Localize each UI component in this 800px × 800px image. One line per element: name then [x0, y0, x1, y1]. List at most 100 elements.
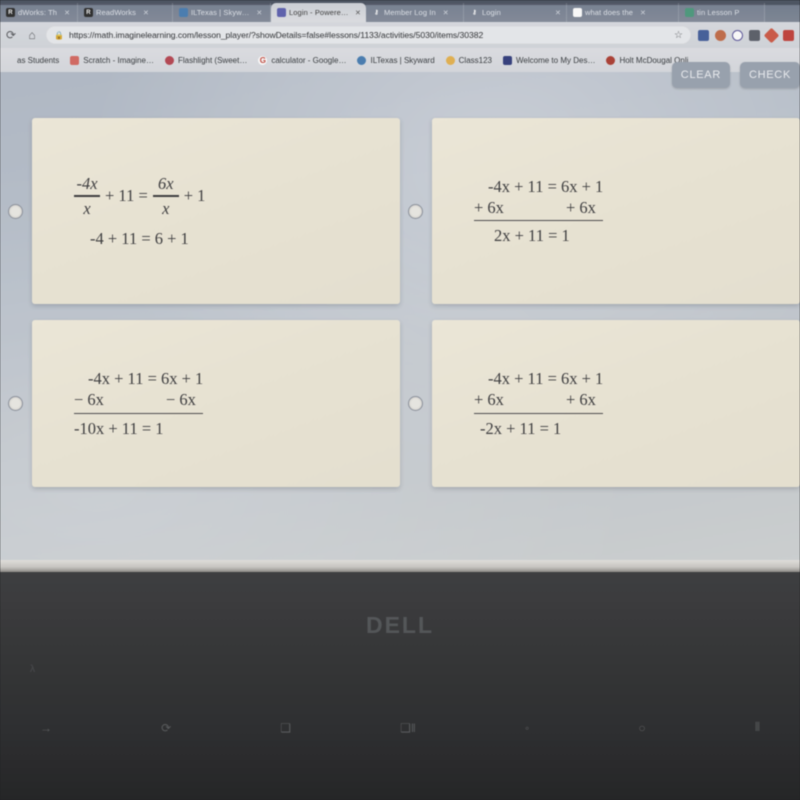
answer-option-b[interactable]: -4x + 11 = 6x + 1 + 6x + 6x 2x + 11 = 1 — [400, 118, 800, 304]
answer-option-d[interactable]: -4x + 11 = 6x + 1 + 6x + 6x -2x + 11 = 1 — [400, 320, 800, 487]
member-icon: ⚷ — [374, 9, 379, 16]
flashlight-icon — [164, 55, 174, 65]
extension-circle-icon[interactable] — [732, 29, 743, 41]
bookmark-label: Flashlight (Sweet… — [177, 55, 248, 65]
math-line-1: -4x x + 11 = 6x x + 1 — [74, 173, 205, 219]
fraction-numerator: -4x — [76, 174, 98, 194]
extension-grid-icon[interactable] — [749, 29, 760, 41]
browser-tab-login[interactable]: ⚷ Login ✕ — [464, 3, 567, 22]
bookmark-label: as Students — [17, 55, 60, 65]
home-icon[interactable]: ⌂ — [25, 29, 39, 41]
bookmark-as-students[interactable]: as Students — [4, 56, 59, 65]
google-icon: G — [573, 8, 582, 17]
lesson-player-page: CLEAR CHECK -4x x + 11 = 6x x + 1 -4 + 1… — [0, 62, 800, 560]
close-icon[interactable]: ✕ — [143, 9, 149, 17]
lock-icon: 🔒 — [54, 30, 64, 40]
address-bar[interactable]: 🔒 https://math.imaginelearning.com/lesso… — [46, 26, 691, 44]
answer-card-d[interactable]: -4x + 11 = 6x + 1 + 6x + 6x -2x + 11 = 1 — [432, 320, 800, 487]
extension-blue-icon[interactable] — [698, 29, 709, 41]
close-icon[interactable]: ✕ — [256, 9, 262, 17]
radio-button-a[interactable] — [8, 203, 23, 219]
lesson-icon — [685, 8, 694, 17]
reload-icon[interactable]: ⟳ — [4, 29, 18, 41]
math-line-2: + 6x + 6x — [474, 389, 604, 414]
tab-label: dWorks: Th — [18, 8, 58, 17]
close-icon[interactable]: ✕ — [443, 9, 449, 17]
math-line-2: + 6x + 6x — [474, 197, 604, 222]
key-hint-glyph: λ — [30, 664, 35, 675]
close-icon[interactable]: ✕ — [64, 9, 70, 17]
close-icon[interactable]: ✕ — [555, 9, 561, 17]
answer-option-a[interactable]: -4x x + 11 = 6x x + 1 -4 + 11 = 6 + 1 — [0, 118, 400, 304]
extension-toolbar — [698, 27, 796, 43]
holt-icon — [606, 55, 616, 65]
tab-label: ReadWorks — [96, 8, 136, 17]
extension-red-icon[interactable] — [783, 29, 794, 41]
arrow-right-icon: → — [40, 720, 52, 735]
check-button[interactable]: CHECK — [739, 62, 800, 88]
class123-icon — [445, 55, 455, 65]
radio-button-d[interactable] — [408, 396, 423, 411]
navigation-bar: ⟳ ⌂ 🔒 https://math.imaginelearning.com/l… — [0, 22, 800, 48]
radio-button-c[interactable] — [8, 396, 23, 411]
bookmark-label: ILTexas | Skyward — [370, 55, 435, 65]
welcome-icon — [503, 55, 513, 65]
answer-option-grid: -4x x + 11 = 6x x + 1 -4 + 11 = 6 + 1 -4… — [0, 118, 800, 503]
answer-card-b[interactable]: -4x + 11 = 6x + 1 + 6x + 6x 2x + 11 = 1 — [432, 118, 800, 304]
math-line-3: -2x + 11 = 1 — [480, 418, 562, 438]
tab-label: ILTexas | Skyw… — [191, 8, 250, 17]
browser-tab-what-does-the[interactable]: G what does the ✕ — [567, 3, 679, 22]
math-line-3: -10x + 11 = 1 — [74, 418, 164, 438]
browser-tab-readworks[interactable]: R ReadWorks ✕ — [78, 3, 173, 22]
option-row-1: -4x x + 11 = 6x x + 1 -4 + 11 = 6 + 1 -4… — [0, 118, 800, 320]
browser-tab-login-powered[interactable]: Login - Powere… ✕ — [271, 3, 366, 22]
bookmark-welcome-to-my-desk[interactable]: Welcome to My Des… — [503, 55, 595, 65]
readworks-icon: R — [6, 8, 15, 17]
bookmark-label: Scratch - Imagine… — [83, 55, 154, 65]
bookmark-icon — [4, 56, 13, 65]
tab-label: Member Log In — [384, 8, 436, 17]
bookmark-class123[interactable]: Class123 — [445, 55, 493, 65]
math-expression-c: -4x + 11 = 6x + 1 − 6x − 6x -10x + 11 = … — [74, 368, 204, 438]
action-button-bar: CLEAR CHECK — [671, 62, 800, 88]
close-icon[interactable]: ✕ — [355, 9, 361, 17]
extension-diamond-icon[interactable] — [763, 27, 780, 43]
math-line-2-right: + 6x — [566, 197, 596, 217]
scratch-icon — [70, 55, 80, 65]
math-line-2-right: + 6x — [566, 390, 596, 410]
browser-tab-member-log-in[interactable]: ⚷ Member Log In ✕ — [366, 3, 464, 22]
extension-orange-icon[interactable] — [715, 29, 726, 41]
login-icon: ⚷ — [472, 9, 477, 16]
bookmark-scratch[interactable]: Scratch - Imagine… — [70, 55, 154, 65]
laptop-screen-bezel — [0, 560, 800, 572]
fraction-numerator: 6x — [157, 174, 174, 194]
radio-button-b[interactable] — [408, 203, 423, 219]
bookmark-flashlight[interactable]: Flashlight (Sweet… — [164, 55, 248, 65]
star-icon[interactable]: ☆ — [674, 30, 683, 41]
close-icon[interactable]: ✕ — [640, 9, 646, 17]
tab-label: Login — [482, 8, 501, 17]
bookmark-label: Class123 — [458, 55, 493, 65]
browser-tab-lesson-player[interactable]: tin Lesson P — [679, 3, 765, 22]
pearson-icon — [277, 8, 286, 17]
math-line-2: − 6x − 6x — [74, 389, 204, 414]
iltexas-icon — [179, 8, 188, 17]
brightness-low-icon: ◦ — [524, 720, 530, 735]
brightness-high-icon: ○ — [638, 720, 646, 735]
clear-button[interactable]: CLEAR — [671, 62, 730, 88]
bookmark-calculator-google[interactable]: G calculator - Google… — [258, 55, 346, 65]
math-expression-a: -4x x + 11 = 6x x + 1 -4 + 11 = 6 + 1 — [74, 173, 205, 249]
answer-option-c[interactable]: -4x + 11 = 6x + 1 − 6x − 6x -10x + 11 = … — [0, 320, 400, 487]
bookmark-iltexas-skyward[interactable]: ILTexas | Skyward — [357, 55, 435, 65]
math-line-3: 2x + 11 = 1 — [494, 226, 570, 246]
option-row-2: -4x + 11 = 6x + 1 − 6x − 6x -10x + 11 = … — [0, 320, 800, 503]
math-operator-tail: + 1 — [183, 186, 206, 206]
fraction-left: -4x x — [74, 173, 100, 219]
tab-label: Login - Powere… — [289, 8, 349, 17]
answer-card-a[interactable]: -4x x + 11 = 6x x + 1 -4 + 11 = 6 + 1 — [32, 118, 400, 304]
math-line-2-left: + 6x — [474, 390, 504, 410]
answer-card-c[interactable]: -4x + 11 = 6x + 1 − 6x − 6x -10x + 11 = … — [32, 320, 400, 487]
browser-tab-iltexas-skyward[interactable]: ILTexas | Skyw… ✕ — [173, 3, 271, 22]
math-line-2-left: + 6x — [474, 197, 504, 217]
browser-tab-readworks-th[interactable]: R dWorks: Th ✕ — [0, 3, 78, 22]
